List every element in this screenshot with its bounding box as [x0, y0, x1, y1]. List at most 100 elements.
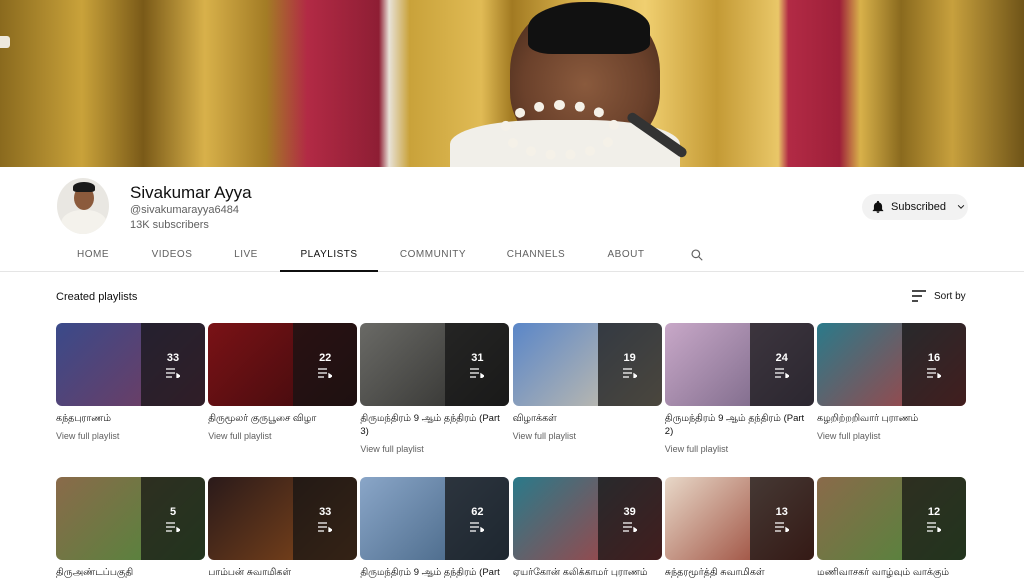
playlist-thumbnail[interactable]: 12: [817, 477, 966, 560]
playlist-video-count: 39: [623, 505, 636, 518]
channel-tabs: HOME VIDEOS LIVE PLAYLISTS COMMUNITY CHA…: [0, 240, 1024, 272]
playlist-card[interactable]: 33 கந்தபுராணம் View full playlist: [56, 323, 205, 441]
playlist-title[interactable]: மணிவாசகர் வாழ்வும் வாக்கும்: [817, 566, 966, 578]
playlist-count-overlay: 33: [141, 323, 205, 406]
playlist-icon: [622, 367, 637, 378]
avatar-hair: [73, 182, 95, 192]
playlist-title[interactable]: திருமந்திரம் 9 ஆம் தந்திரம் (Part 2): [665, 412, 814, 438]
playlist-thumbnail[interactable]: 39: [512, 477, 662, 560]
bell-icon: [872, 200, 884, 213]
banner-portrait-hair: [528, 2, 650, 54]
playlist-count-overlay: 19: [597, 323, 662, 406]
playlist-thumbnail[interactable]: 13: [664, 477, 814, 560]
playlist-video-count: 19: [623, 351, 636, 364]
view-full-playlist-link[interactable]: View full playlist: [665, 444, 814, 454]
sort-by-button[interactable]: Sort by: [912, 290, 966, 302]
playlist-icon: [470, 521, 485, 532]
view-full-playlist-link[interactable]: View full playlist: [208, 431, 357, 441]
tab-about[interactable]: ABOUT: [596, 240, 656, 272]
playlist-card[interactable]: 13 சுந்தரமூர்த்தி சுவாமிகள்: [664, 477, 814, 578]
playlist-video-count: 33: [166, 351, 180, 364]
subscribed-label: Subscribed: [891, 201, 947, 213]
playlist-card[interactable]: 19 விழாக்கள் View full playlist: [512, 323, 662, 441]
playlist-card[interactable]: 12 மணிவாசகர் வாழ்வும் வாக்கும்: [817, 477, 966, 578]
playlist-card[interactable]: 22 திருமூலர் குருபூசை விழா View full playl…: [208, 323, 358, 441]
tab-playlists[interactable]: PLAYLISTS: [280, 240, 378, 272]
playlist-icon: [166, 367, 180, 378]
playlist-video-count: 22: [319, 351, 332, 364]
playlist-card[interactable]: 5 திருஅண்டப்பகுதி: [56, 477, 205, 578]
chevron-down-icon: [957, 205, 965, 209]
playlist-icon: [927, 521, 941, 532]
playlist-icon: [166, 521, 180, 532]
playlist-title[interactable]: ஏயர்கோன் கலிக்காமர் புராணம்: [513, 566, 662, 578]
playlist-title[interactable]: திருமந்திரம் 9 ஆம் தந்திரம் (Part 3): [360, 412, 509, 438]
playlist-thumbnail[interactable]: 33: [56, 323, 205, 406]
playlist-thumbnail[interactable]: 5: [56, 477, 205, 560]
playlist-icon: [318, 367, 333, 378]
playlist-thumbnail[interactable]: 22: [208, 323, 358, 406]
section-title: Created playlists: [56, 291, 138, 303]
playlist-thumbnail[interactable]: 19: [512, 323, 662, 406]
playlist-card[interactable]: 62 திருமந்திரம் 9 ஆம் தந்திரம் (Part: [360, 477, 510, 578]
playlist-video-count: 16: [927, 351, 941, 364]
subscribed-button[interactable]: Subscribed: [862, 194, 968, 220]
tab-live[interactable]: LIVE: [220, 240, 272, 272]
avatar-body: [61, 210, 107, 234]
view-full-playlist-link[interactable]: View full playlist: [513, 431, 662, 441]
playlist-video-count: 33: [319, 505, 332, 518]
playlist-count-overlay: 13: [749, 477, 814, 560]
playlist-video-count: 12: [927, 505, 941, 518]
playlist-icon: [470, 367, 485, 378]
playlist-title[interactable]: பாம்பன் சுவாமிகள்: [208, 566, 357, 578]
playlist-count-overlay: 39: [597, 477, 662, 560]
view-full-playlist-link[interactable]: View full playlist: [817, 431, 966, 441]
tab-home[interactable]: HOME: [62, 240, 124, 272]
playlist-count-overlay: 31: [445, 323, 510, 406]
playlist-count-overlay: 62: [445, 477, 510, 560]
tab-videos[interactable]: VIDEOS: [141, 240, 203, 272]
tab-channels[interactable]: CHANNELS: [496, 240, 576, 272]
playlist-card[interactable]: 31 திருமந்திரம் 9 ஆம் தந்திரம் (Part 3) Vi…: [360, 323, 510, 454]
playlist-thumbnail[interactable]: 33: [208, 477, 358, 560]
tab-community[interactable]: COMMUNITY: [390, 240, 476, 272]
playlist-thumbnail[interactable]: 24: [664, 323, 814, 406]
channel-avatar[interactable]: [57, 178, 109, 234]
playlist-count-overlay: 22: [293, 323, 358, 406]
playlist-thumbnail[interactable]: 31: [360, 323, 510, 406]
playlist-title[interactable]: திருமந்திரம் 9 ஆம் தந்திரம் (Part: [360, 566, 509, 578]
view-full-playlist-link[interactable]: View full playlist: [360, 444, 509, 454]
playlist-card[interactable]: 16 கழறிற்றறிவார் புராணம் View full playlis…: [817, 323, 966, 441]
playlist-video-count: 5: [169, 505, 177, 518]
playlist-count-overlay: 12: [902, 477, 966, 560]
playlist-video-count: 62: [471, 505, 484, 518]
sort-icon: [912, 290, 926, 302]
playlist-title[interactable]: கந்தபுராணம்: [56, 412, 205, 425]
playlist-icon: [927, 367, 941, 378]
playlist-count-overlay: 16: [902, 323, 966, 406]
playlist-count-overlay: 5: [141, 477, 205, 560]
playlist-title[interactable]: கழறிற்றறிவார் புராணம்: [817, 412, 966, 425]
playlist-card[interactable]: 24 திருமந்திரம் 9 ஆம் தந்திரம் (Part 2) Vi…: [664, 323, 814, 454]
playlist-title[interactable]: சுந்தரமூர்த்தி சுவாமிகள்: [665, 566, 814, 578]
playlist-card[interactable]: 39 ஏயர்கோன் கலிக்காமர் புராணம்: [512, 477, 662, 578]
channel-banner: [0, 0, 1024, 167]
playlist-thumbnail[interactable]: 16: [817, 323, 966, 406]
playlist-count-overlay: 24: [749, 323, 814, 406]
playlist-video-count: 13: [775, 505, 788, 518]
playlist-video-count: 31: [471, 351, 484, 364]
channel-name: Sivakumar Ayya: [130, 183, 252, 202]
playlist-icon: [622, 521, 637, 532]
playlist-card[interactable]: 33 பாம்பன் சுவாமிகள்: [208, 477, 358, 578]
playlist-count-overlay: 33: [293, 477, 358, 560]
view-full-playlist-link[interactable]: View full playlist: [56, 431, 205, 441]
playlist-title[interactable]: விழாக்கள்: [513, 412, 662, 425]
playlist-thumbnail[interactable]: 62: [360, 477, 510, 560]
search-icon[interactable]: [690, 248, 704, 262]
playlist-title[interactable]: திருமூலர் குருபூசை விழா: [208, 412, 357, 425]
playlist-video-count: 24: [775, 351, 788, 364]
subscriber-count: 13K subscribers: [130, 219, 209, 231]
playlist-icon: [318, 521, 333, 532]
playlist-icon: [774, 367, 789, 378]
playlist-title[interactable]: திருஅண்டப்பகுதி: [56, 566, 205, 578]
